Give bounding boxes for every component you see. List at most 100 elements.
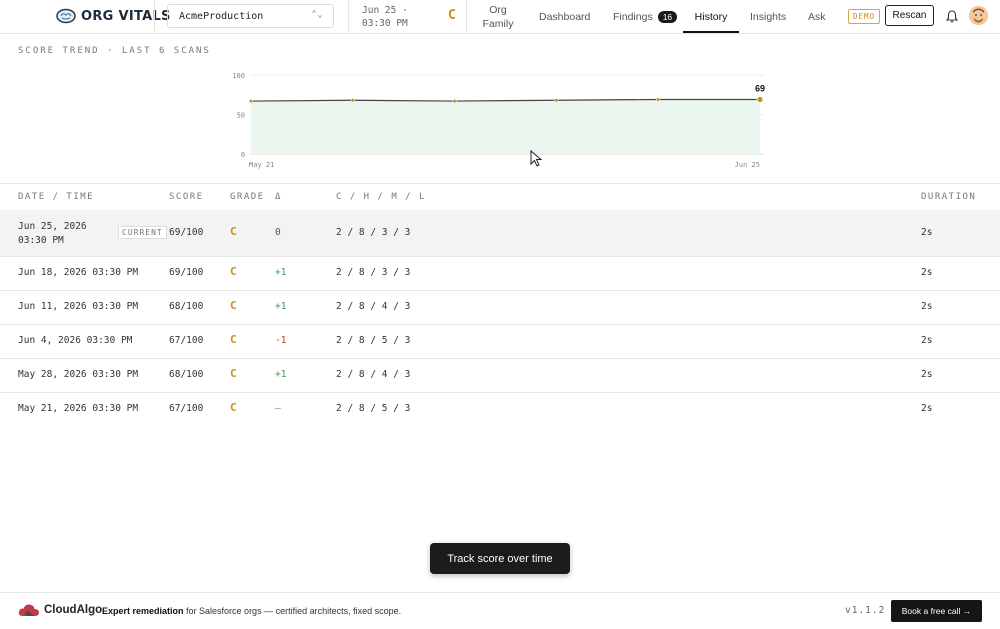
app-name: ORG VITALS	[81, 8, 171, 24]
data-point	[350, 98, 355, 103]
book-call-button[interactable]: Book a free call →	[891, 600, 982, 622]
promo-text: Expert remediation for Salesforce orgs —…	[102, 606, 401, 616]
history-table-header: DATE / TIME SCORE GRADE Δ C / H / M / L …	[0, 183, 1000, 211]
col-delta: Δ	[275, 192, 282, 202]
row-date-line1: Jun 25, 2026	[18, 221, 87, 232]
row-counts: 2 / 8 / 5 / 3	[336, 403, 411, 414]
row-score: 68/100	[169, 301, 204, 312]
promo-bold: Expert remediation	[102, 606, 184, 616]
row-grade: C	[230, 265, 237, 278]
avatar-face-icon	[969, 6, 988, 25]
row-date-line2: 03:30 PM	[18, 235, 64, 246]
row-delta: -1	[275, 335, 287, 346]
table-row[interactable]: Jun 11, 2026 03:30 PM 68/100 C +1 2 / 8 …	[0, 290, 1000, 325]
header-divider	[348, 0, 349, 33]
row-delta: —	[275, 403, 281, 414]
row-delta: +1	[275, 267, 287, 278]
table-row[interactable]: Jun 18, 2026 03:30 PM 69/100 C +1 2 / 8 …	[0, 256, 1000, 291]
y-tick-label: 0	[241, 151, 245, 159]
promo-rest: for Salesforce orgs — certified architec…	[183, 606, 402, 616]
scan-date: Jun 25 · 03:30 PM	[362, 5, 408, 29]
data-point	[756, 96, 764, 103]
promo-footer: CloudAlgo Expert remediation for Salesfo…	[0, 592, 1000, 629]
row-score: 69/100	[169, 267, 204, 278]
row-duration: 2s	[921, 301, 933, 312]
row-counts: 2 / 8 / 4 / 3	[336, 369, 411, 380]
chevron-updown-icon: ⌃⌄	[310, 9, 323, 20]
nav-history[interactable]: History	[683, 0, 739, 33]
score-trend-chart: 100 50 0 May 21 Jun 25 69	[232, 72, 765, 169]
row-duration: 2s	[921, 227, 933, 238]
row-date: May 28, 2026 03:30 PM	[18, 369, 139, 380]
row-grade: C	[230, 225, 237, 238]
row-score: 68/100	[169, 369, 204, 380]
row-grade: C	[230, 367, 237, 380]
nav-findings[interactable]: Findings 16	[613, 0, 678, 33]
app-version: v1.1.2	[845, 605, 886, 616]
row-grade: C	[230, 333, 237, 346]
data-point	[656, 97, 661, 102]
nav-findings-label: Findings	[613, 10, 653, 23]
tour-tooltip: Track score over time	[430, 543, 570, 574]
nav-insights[interactable]: Insights	[750, 0, 786, 33]
nav-insights-label: Insights	[750, 10, 787, 23]
score-area-fill	[251, 99, 760, 154]
table-row[interactable]: May 28, 2026 03:30 PM 68/100 C +1 2 / 8 …	[0, 358, 1000, 393]
data-point	[248, 99, 254, 104]
row-score: 67/100	[169, 335, 204, 346]
org-selector[interactable]: AcmeProduction ⌃⌄	[167, 4, 334, 28]
demo-badge: DEMO	[848, 9, 881, 24]
row-date: Jun 25, 2026 03:30 PM	[18, 220, 87, 248]
cloudalgo-name: CloudAlgo	[44, 604, 103, 616]
header-divider	[466, 0, 467, 33]
row-counts: 2 / 8 / 4 / 3	[336, 301, 411, 312]
x-tick-label: Jun 25	[735, 161, 760, 169]
nav-dashboard[interactable]: Dashboard	[539, 0, 590, 33]
bell-icon[interactable]	[946, 10, 958, 23]
row-delta: +1	[275, 301, 287, 312]
nav-dashboard-label: Dashboard	[539, 10, 591, 23]
findings-count-badge: 16	[657, 10, 678, 23]
brain-cloud-icon	[56, 8, 76, 24]
row-date: May 21, 2026 03:30 PM	[18, 403, 139, 414]
header-divider	[154, 0, 155, 33]
data-point	[554, 98, 559, 103]
row-date: Jun 18, 2026 03:30 PM	[18, 267, 139, 278]
row-counts: 2 / 8 / 3 / 3	[336, 267, 411, 278]
col-grade: GRADE	[230, 192, 265, 202]
last-value-label: 69	[755, 83, 765, 93]
x-tick-label: May 21	[249, 161, 274, 169]
col-duration: DURATION	[921, 192, 977, 202]
row-grade: C	[230, 401, 237, 414]
col-score: SCORE	[169, 192, 204, 202]
nav-org-family[interactable]: Org Family	[478, 3, 518, 31]
nav-ask[interactable]: Ask	[808, 0, 826, 33]
cloud-logo-icon	[18, 604, 39, 616]
row-counts: 2 / 8 / 5 / 3	[336, 335, 411, 346]
row-duration: 2s	[921, 369, 933, 380]
row-grade: C	[230, 299, 237, 312]
col-date: DATE / TIME	[18, 192, 95, 202]
row-delta: 0	[275, 227, 281, 238]
cloudalgo-brand[interactable]: CloudAlgo	[18, 603, 102, 617]
row-delta: +1	[275, 369, 287, 380]
rescan-button[interactable]: Rescan	[885, 5, 934, 26]
row-duration: 2s	[921, 267, 933, 278]
chart-title: SCORE TREND · LAST 6 SCANS	[18, 46, 211, 56]
table-row[interactable]: Jun 4, 2026 03:30 PM 67/100 C -1 2 / 8 /…	[0, 324, 1000, 359]
row-duration: 2s	[921, 403, 933, 414]
row-date: Jun 4, 2026 03:30 PM	[18, 335, 133, 346]
row-duration: 2s	[921, 335, 933, 346]
table-row[interactable]: May 21, 2026 03:30 PM 67/100 C — 2 / 8 /…	[0, 392, 1000, 426]
user-avatar[interactable]	[969, 6, 988, 25]
y-tick-label: 50	[237, 112, 245, 120]
table-row[interactable]: Jun 25, 2026 03:30 PM CURRENT 69/100 C 0…	[0, 210, 1000, 257]
nav-history-label: History	[694, 10, 728, 23]
header-grade: C	[448, 8, 456, 23]
nav-ask-label: Ask	[808, 10, 826, 23]
org-selector-value: AcmeProduction	[179, 10, 264, 22]
row-counts: 2 / 8 / 3 / 3	[336, 227, 411, 238]
current-badge: CURRENT	[118, 226, 167, 239]
row-date: Jun 11, 2026 03:30 PM	[18, 301, 139, 312]
row-score: 69/100	[169, 227, 204, 238]
